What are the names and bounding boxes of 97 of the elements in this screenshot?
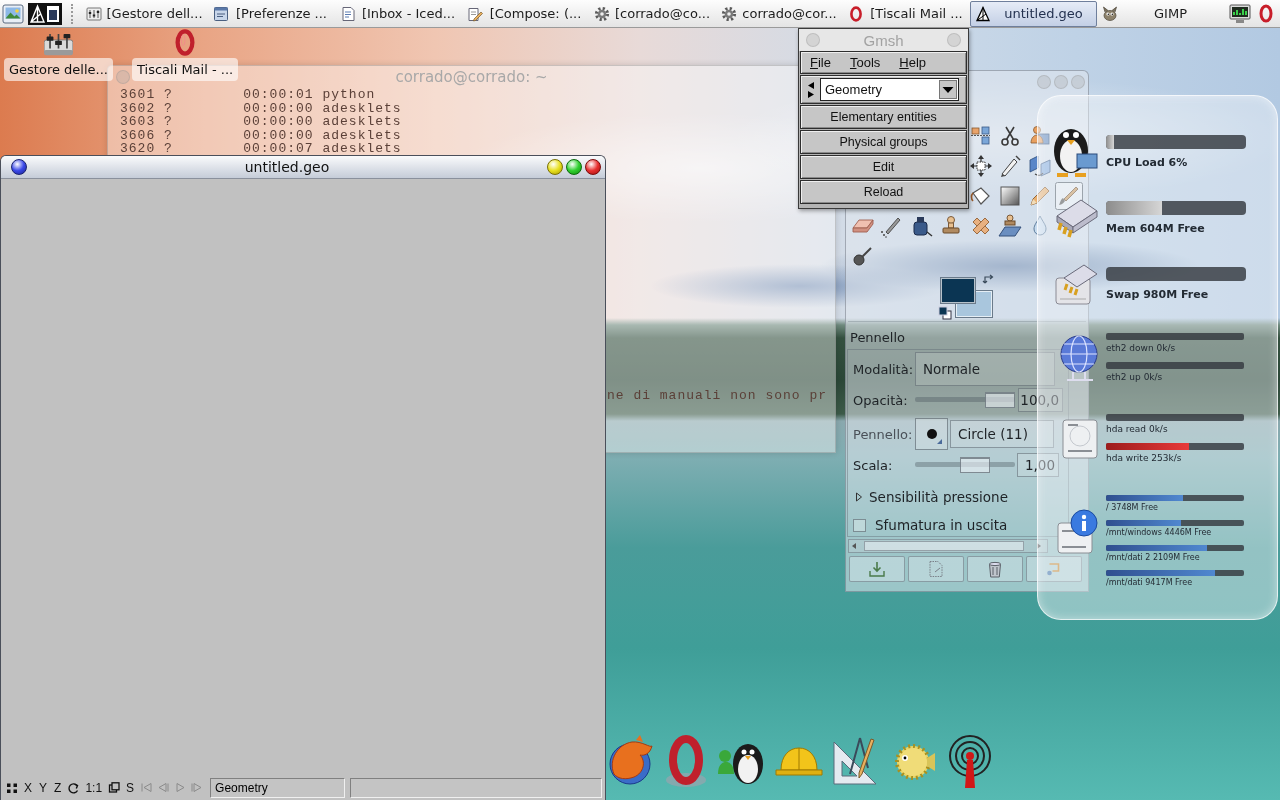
pager-icon[interactable] (28, 2, 62, 25)
ring-icon (848, 5, 864, 22)
task-button[interactable]: [corrado@co... (589, 0, 716, 27)
arrows-icon[interactable] (807, 80, 815, 99)
module-dropdown[interactable]: Geometry (820, 78, 959, 101)
squares-icon[interactable] (108, 781, 121, 794)
meter-label: / 3748M Free (1106, 503, 1159, 513)
terminal-line: 3620 ? 00:00:07 adesklets (120, 142, 402, 156)
note-icon (340, 5, 356, 22)
scrollbar-thumb[interactable] (864, 541, 1024, 551)
paper-pencil-icon (467, 5, 483, 22)
meter-label: /mnt/dati 2 2109M Free (1106, 553, 1200, 563)
delete-options-button[interactable] (967, 556, 1023, 582)
meter-label: Mem 604M Free (1106, 221, 1205, 236)
caret-icon (939, 80, 957, 99)
brush-preview-button[interactable] (915, 418, 948, 450)
field-label: Modalità: (853, 361, 915, 377)
task-button[interactable]: [Preferenze ... (208, 0, 335, 27)
close-button[interactable] (585, 159, 601, 175)
sliders-icon (86, 5, 102, 22)
foreground-color-swatch[interactable] (940, 276, 976, 304)
window-title: Gmsh (863, 31, 904, 49)
module-menu-button[interactable]: Elementary entities (800, 105, 967, 129)
maximize-button[interactable] (566, 159, 582, 175)
terminal-line: 3601 ? 00:00:01 python (120, 88, 376, 102)
memory-chip-icon (1056, 199, 1098, 238)
meter-label: eth2 down 0k/s (1106, 342, 1176, 354)
document-icon (928, 560, 944, 578)
meter-label: CPU Load 6% (1106, 155, 1188, 170)
meter-label: hda write 253k/s (1106, 452, 1182, 464)
slider-thumb[interactable] (985, 392, 1015, 408)
view-button[interactable]: X (23, 780, 33, 795)
drive-info-icon (1057, 509, 1098, 554)
menu-item[interactable]: Tools (848, 55, 882, 70)
view-button[interactable]: Z (53, 780, 63, 795)
task-button[interactable]: GIMP (1097, 0, 1224, 27)
section-title: Pennello (850, 330, 906, 346)
checkbox[interactable] (853, 518, 866, 532)
desktop-icon-label[interactable]: Tiscali Mail - ... (132, 58, 239, 81)
perspective-stamp-icon[interactable] (996, 212, 1025, 240)
bracket-dot-icon (1047, 562, 1061, 576)
window-icon (213, 5, 229, 22)
hard-drive-icon (1062, 419, 1098, 459)
rotate-icon[interactable] (67, 781, 80, 794)
animal-head-icon (1102, 5, 1118, 22)
terminal-line: 3602 ? 00:00:00 adesklets (120, 101, 402, 115)
ring-icon[interactable] (1259, 4, 1273, 23)
field-label: Pennello: (853, 426, 914, 442)
terminal-line: ne di manuali non sono pr (607, 388, 828, 402)
slider-thumb[interactable] (959, 457, 990, 473)
task-button[interactable]: [Compose: (... (462, 0, 589, 27)
mesh-logo-icon (975, 5, 991, 22)
pressure-expander[interactable]: Sensibilità pressione (853, 489, 1008, 505)
mixer-icon[interactable] (44, 34, 73, 56)
save-options-button[interactable] (849, 556, 905, 582)
terminal-line: 3606 ? 00:00:00 adesklets (120, 128, 402, 142)
grid-icon[interactable] (6, 781, 18, 794)
view-button[interactable]: Y (38, 780, 49, 795)
monitor-icon[interactable] (1229, 3, 1251, 24)
checkbox-label: Sfumatura in uscita (875, 517, 1008, 533)
trash-icon (987, 560, 1003, 578)
gear-icon (594, 5, 610, 22)
terminal-line: 3603 ? 00:00:00 adesklets (120, 115, 402, 129)
picture-icon[interactable] (2, 3, 24, 24)
module-field: Geometry (210, 777, 346, 798)
module-menu-button[interactable]: Edit (800, 155, 967, 179)
task-button[interactable]: untitled.geo (970, 0, 1097, 27)
field-label: Opacità: (853, 392, 909, 408)
small-squares-icon[interactable] (938, 305, 952, 320)
gear-icon (721, 5, 737, 22)
minimize-button[interactable] (547, 159, 563, 175)
desktop-icon-label[interactable]: Gestore delle... (4, 58, 113, 81)
window-title: untitled.geo (244, 159, 330, 175)
penguin-icon (1053, 127, 1098, 178)
meter-label: hda read 0k/s (1106, 423, 1168, 435)
meter-label: Swap 980M Free (1106, 287, 1209, 302)
meter-label: eth2 up 0k/s (1106, 371, 1163, 383)
view-button[interactable]: 1:1 (84, 780, 104, 795)
task-button[interactable]: corrado@cor... (716, 0, 843, 27)
module-menu-button[interactable]: Physical groups (800, 130, 967, 154)
task-button[interactable]: [Tiscali Mail ... (843, 0, 970, 27)
meter-label: /mnt/dati 9417M Free (1106, 578, 1193, 588)
tray-arrow-icon (868, 560, 886, 578)
window-title: corrado@corrado: ~ (395, 68, 548, 86)
expander-arrow-icon[interactable] (855, 492, 863, 502)
globe-icon (1060, 335, 1098, 381)
field-label: Scala: (853, 457, 894, 473)
menu-item[interactable]: File (809, 55, 832, 70)
ring-icon[interactable] (175, 29, 196, 56)
module-menu-button[interactable]: Reload (800, 180, 967, 204)
task-button[interactable]: [Gestore dell... (81, 0, 208, 27)
chip-drive-icon (1055, 264, 1098, 305)
meter-label: /mnt/windows 4446M Free (1106, 528, 1212, 538)
view-button[interactable]: S (125, 780, 136, 795)
window-menu-button[interactable] (11, 159, 27, 175)
task-button[interactable]: [Inbox - Iced... (335, 0, 462, 27)
menu-item[interactable]: Help (898, 55, 928, 70)
